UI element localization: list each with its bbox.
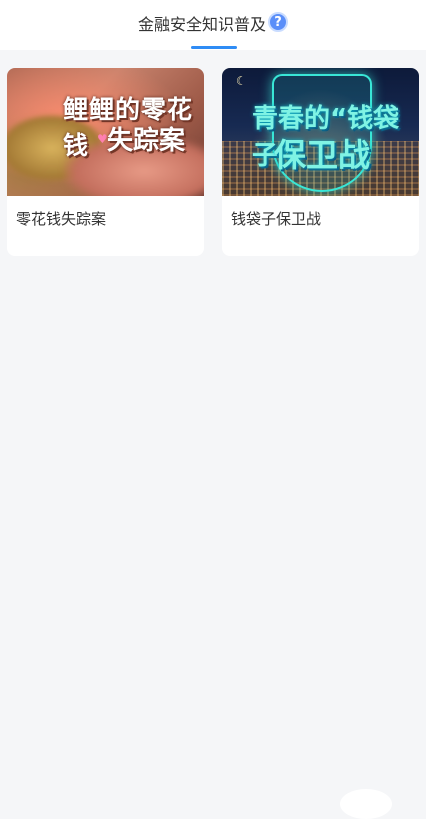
card-thumbnail: ☾ 青春的“钱袋子” 保卫战 <box>222 68 419 196</box>
video-card-pocket-money[interactable]: 鲤鲤的零花钱 ♥ 失踪案 零花钱失踪案 <box>7 68 204 256</box>
card-thumbnail: 鲤鲤的零花钱 ♥ 失踪案 <box>7 68 204 196</box>
help-icon[interactable]: ? <box>268 12 288 32</box>
tab-label: 金融安全知识普及 <box>137 15 266 34</box>
floating-button[interactable] <box>340 789 392 819</box>
thumbnail-title-line2: 保卫战 <box>274 136 371 174</box>
card-title: 零花钱失踪案 <box>16 210 107 228</box>
thumbnail-title-line2: 失踪案 <box>107 126 186 156</box>
tab-active-indicator <box>191 46 237 49</box>
top-tab-bar: 金融安全知识普及 ? <box>0 0 426 50</box>
video-card-wallet-defense[interactable]: ☾ 青春的“钱袋子” 保卫战 钱袋子保卫战 <box>222 68 419 256</box>
moon-icon: ☾ <box>236 74 247 88</box>
card-title: 钱袋子保卫战 <box>231 210 322 228</box>
tab-financial-safety[interactable]: 金融安全知识普及 ? <box>0 0 426 50</box>
